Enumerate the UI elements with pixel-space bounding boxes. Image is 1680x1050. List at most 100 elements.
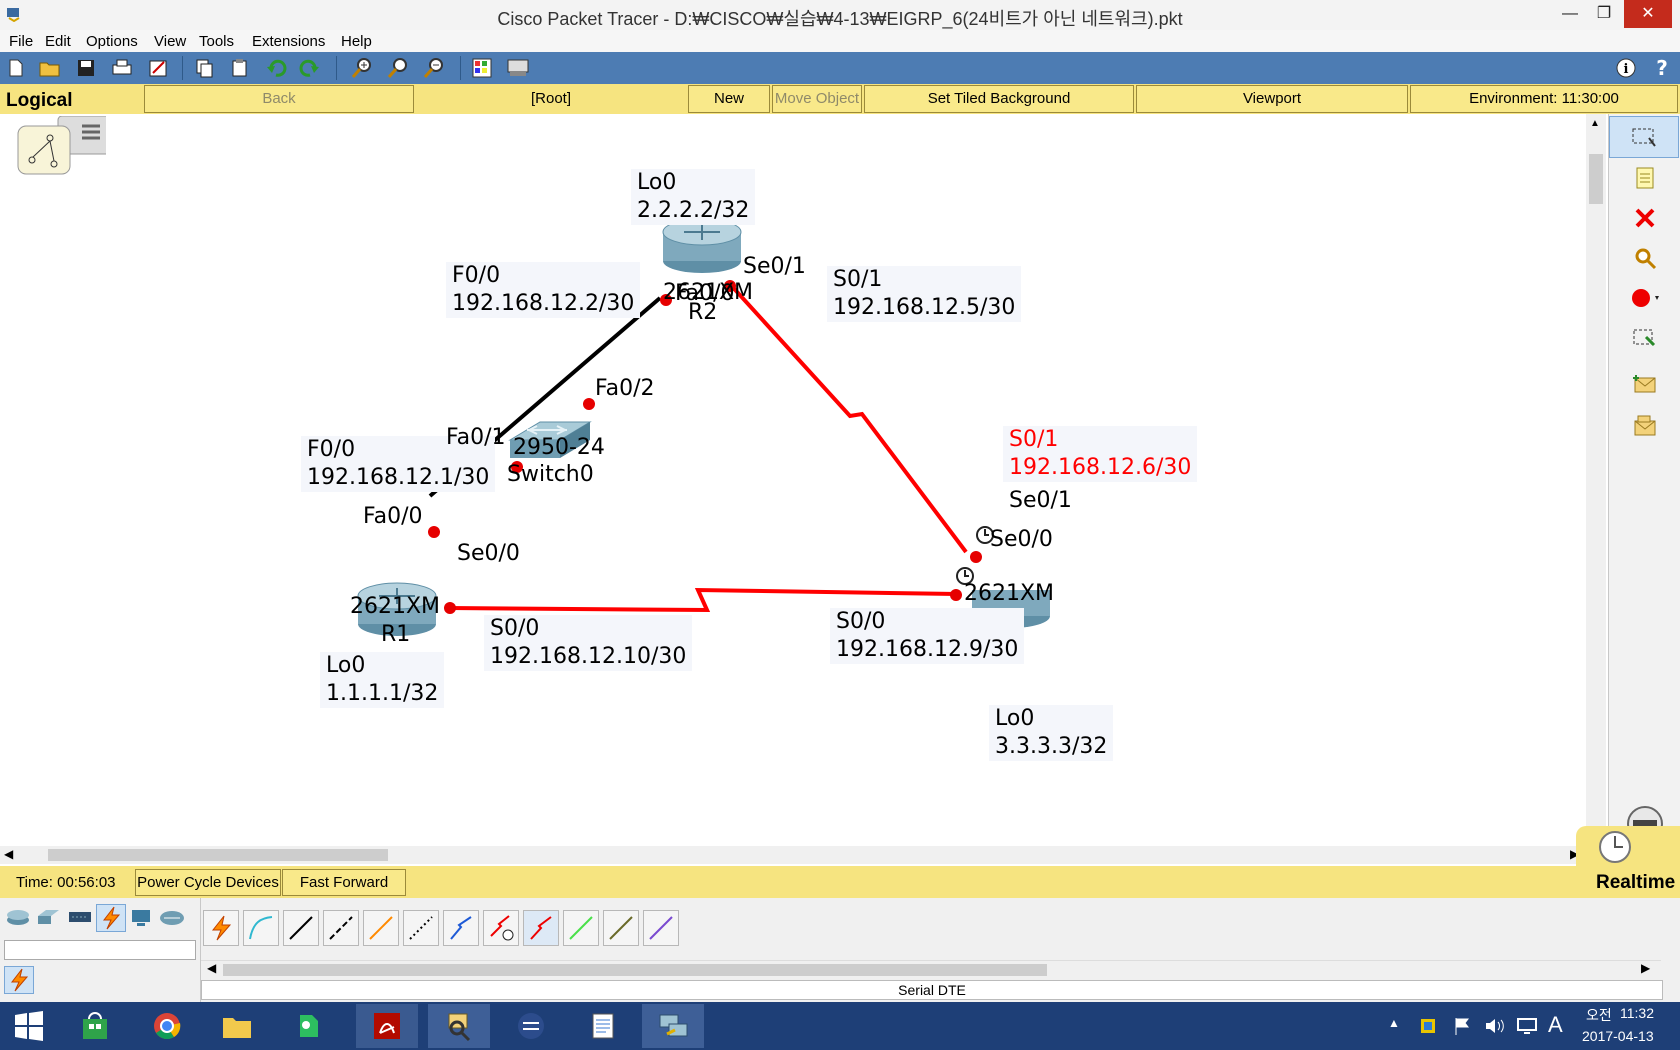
serial-dte-cable-icon[interactable] <box>523 910 559 946</box>
note-r2-lo0[interactable]: Lo0 2.2.2.2/32 <box>631 169 756 225</box>
close-button[interactable]: ✕ <box>1624 0 1672 28</box>
serial-link-r1-r3[interactable] <box>447 587 958 613</box>
octal-cable-icon[interactable] <box>563 910 599 946</box>
menu-help[interactable]: Help <box>341 33 372 50</box>
console-cable-icon[interactable] <box>243 910 279 946</box>
print-icon[interactable] <box>110 56 134 80</box>
help-icon[interactable]: ? <box>1650 56 1674 80</box>
packet-tracer-app-icon[interactable] <box>642 1004 704 1048</box>
save-icon[interactable] <box>74 56 98 80</box>
info-icon[interactable]: i <box>1614 56 1638 80</box>
note-r1-s00[interactable]: S0/0 192.168.12.10/30 <box>484 615 693 671</box>
vertical-scroll-thumb[interactable] <box>1589 154 1603 204</box>
volume-icon[interactable] <box>1484 1016 1506 1036</box>
new-cluster-button[interactable]: New Cluster <box>688 85 770 133</box>
resize-shape-tool-icon[interactable] <box>1609 318 1680 358</box>
copper-straight-through-icon[interactable] <box>283 910 319 946</box>
new-file-icon[interactable] <box>4 56 28 80</box>
menu-extensions[interactable]: Extensions <box>252 33 325 50</box>
menu-options[interactable]: Options <box>86 33 138 50</box>
horizontal-scroll-thumb[interactable] <box>48 849 388 861</box>
place-note-tool-icon[interactable] <box>1609 158 1680 198</box>
zoom-in-icon[interactable] <box>350 56 374 80</box>
show-hidden-icons-icon[interactable]: ▲ <box>1388 1016 1400 1030</box>
coaxial-cable-icon[interactable] <box>443 910 479 946</box>
serial-dce-cable-icon[interactable] <box>483 910 519 946</box>
activity-wizard-icon[interactable] <box>146 56 170 80</box>
scroll-right-arrow-icon[interactable]: ▶ <box>1641 961 1650 975</box>
menu-file[interactable]: File <box>9 33 33 50</box>
start-button-icon[interactable] <box>0 1004 58 1048</box>
realtime-mode-tab[interactable]: Realtime <box>1576 826 1680 898</box>
add-complex-pdu-icon[interactable] <box>1609 406 1680 446</box>
routers-category-icon[interactable] <box>4 904 32 930</box>
input-method-indicator[interactable]: A <box>1548 1012 1563 1038</box>
environment-button[interactable]: Environment: 11:30:00 <box>1410 85 1678 113</box>
add-simple-pdu-icon[interactable] <box>1609 364 1680 404</box>
note-r3-s01[interactable]: S0/1 192.168.12.6/30 <box>1003 426 1198 482</box>
store-app-icon[interactable] <box>64 1004 126 1048</box>
usb-cable-icon[interactable] <box>643 910 679 946</box>
custom-device-icon[interactable] <box>506 56 530 80</box>
scroll-up-arrow-icon[interactable]: ▲ <box>1590 118 1600 129</box>
clock-time[interactable]: 11:32 <box>1620 1005 1654 1021</box>
power-cycle-devices-button[interactable]: Power Cycle Devices <box>135 869 281 896</box>
connection-list-scroll-thumb[interactable] <box>223 964 1047 976</box>
zoom-out-icon[interactable] <box>422 56 446 80</box>
scroll-left-arrow-icon[interactable]: ◀ <box>4 847 13 861</box>
tray-app-icon[interactable] <box>1418 1016 1438 1036</box>
device-search-field[interactable] <box>4 940 196 960</box>
selected-connection-type-icon[interactable] <box>4 966 34 994</box>
copper-cross-over-icon[interactable] <box>323 910 359 946</box>
note-r1-lo0[interactable]: Lo0 1.1.1.1/32 <box>320 652 445 708</box>
vertical-scrollbar[interactable]: ▲ <box>1586 114 1606 854</box>
evernote-app-icon[interactable] <box>276 1004 338 1048</box>
iot-custom-cable-icon[interactable] <box>603 910 639 946</box>
delete-tool-icon[interactable] <box>1609 198 1680 238</box>
notepad-app-icon[interactable] <box>572 1004 634 1048</box>
copy-icon[interactable] <box>192 56 216 80</box>
file-explorer-app-icon[interactable] <box>206 1004 268 1048</box>
note-r2-f00[interactable]: F0/0 192.168.12.2/30 <box>446 262 641 318</box>
switches-category-icon[interactable] <box>34 904 62 930</box>
back-button[interactable]: Back <box>144 85 414 113</box>
serial-link-r2-r3[interactable] <box>726 280 968 554</box>
network-icon[interactable] <box>1516 1016 1538 1036</box>
logical-workspace[interactable]: Lo0 2.2.2.2/32 F0/0 192.168.12.2/30 S0/1… <box>0 114 1590 854</box>
zoom-reset-icon[interactable] <box>386 56 410 80</box>
palette-icon[interactable] <box>470 56 494 80</box>
end-devices-category-icon[interactable] <box>128 904 156 930</box>
undo-icon[interactable] <box>264 56 288 80</box>
automatic-connection-icon[interactable] <box>203 910 239 946</box>
menu-tools[interactable]: Tools <box>199 33 234 50</box>
connections-category-icon[interactable] <box>96 904 126 932</box>
acrobat-app-icon[interactable] <box>356 1004 418 1048</box>
horizontal-scrollbar[interactable]: ◀ ▶ <box>0 846 1586 864</box>
packet-tracer-search-app-icon[interactable] <box>428 1004 490 1048</box>
eclipse-app-icon[interactable] <box>500 1004 562 1048</box>
phone-cable-icon[interactable] <box>403 910 439 946</box>
redo-icon[interactable] <box>298 56 322 80</box>
menu-edit[interactable]: Edit <box>45 33 71 50</box>
hubs-category-icon[interactable] <box>66 904 94 930</box>
wan-emulation-category-icon[interactable] <box>158 904 186 930</box>
inspect-tool-icon[interactable] <box>1609 238 1680 278</box>
fast-forward-time-button[interactable]: Fast Forward Time <box>282 869 406 916</box>
note-r2-s01[interactable]: S0/1 192.168.12.5/30 <box>827 266 1022 322</box>
open-folder-icon[interactable] <box>38 56 62 80</box>
scroll-left-arrow-icon[interactable]: ◀ <box>207 961 216 975</box>
router-r2-icon[interactable] <box>662 218 742 273</box>
action-center-flag-icon[interactable] <box>1452 1016 1472 1036</box>
fiber-cable-icon[interactable] <box>363 910 399 946</box>
clock-date[interactable]: 2017-04-13 <box>1582 1028 1654 1044</box>
note-r3-s00[interactable]: S0/0 192.168.12.9/30 <box>830 608 1025 664</box>
select-tool-icon[interactable] <box>1609 116 1679 158</box>
note-r3-lo0[interactable]: Lo0 3.3.3.3/32 <box>989 705 1114 761</box>
draw-shape-tool-icon[interactable] <box>1609 278 1680 318</box>
maximize-button[interactable]: ❐ <box>1584 0 1624 28</box>
set-tiled-background-button[interactable]: Set Tiled Background <box>864 85 1134 113</box>
paste-icon[interactable] <box>228 56 252 80</box>
menu-view[interactable]: View <box>154 33 186 50</box>
chrome-app-icon[interactable] <box>136 1004 198 1048</box>
move-object-button[interactable]: Move Object <box>772 85 862 113</box>
